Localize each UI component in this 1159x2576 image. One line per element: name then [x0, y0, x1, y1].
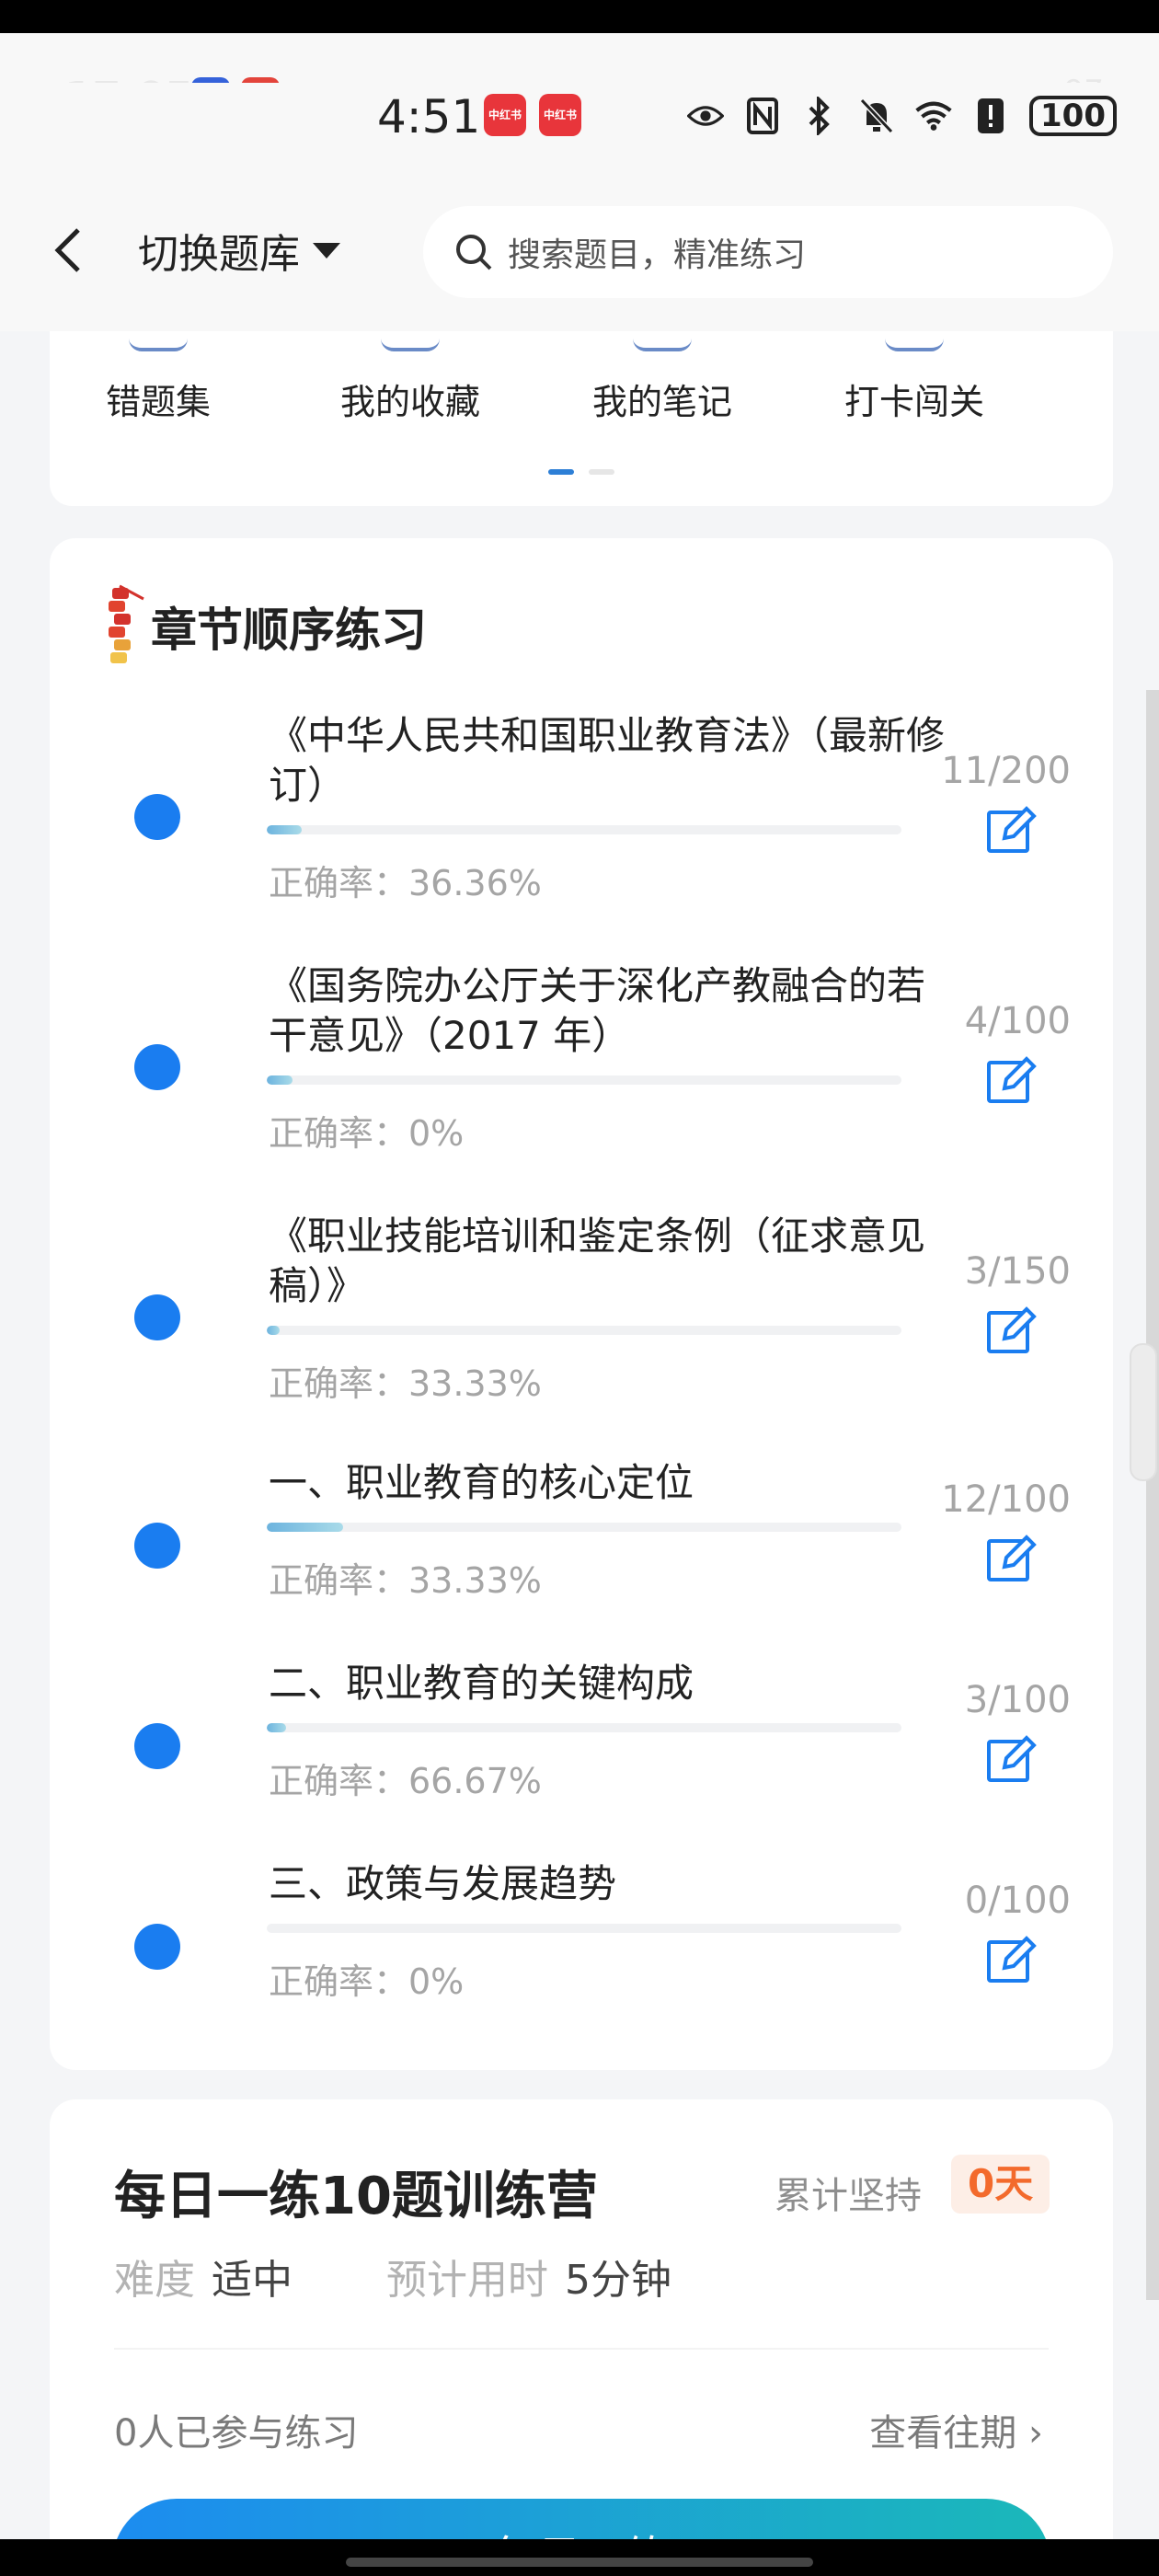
view-history-link[interactable]: 查看往期 ›	[869, 2403, 1043, 2456]
chapter-section-title: 章节顺序练习	[151, 604, 427, 657]
progress-bar	[267, 1075, 901, 1085]
chapter-bullet	[134, 1523, 180, 1569]
progress-fill	[267, 825, 302, 834]
chapter-bullet	[134, 1044, 180, 1090]
persist-label: 累计坚持	[775, 2175, 922, 2217]
progress-fill	[267, 1075, 293, 1085]
home-gesture-pill[interactable]	[346, 2558, 813, 2567]
accuracy-text: 正确率：0%	[269, 1961, 465, 2002]
chapter-practice-card: 章节顺序练习 《中华人民共和国职业教育法》（最新修订） 正确率：36.36% 1…	[50, 538, 1113, 2070]
quick-tools-card: 错题集 我的收藏 我的笔记 打卡闯关	[50, 331, 1113, 506]
progress-fill	[267, 1326, 280, 1335]
progress-bar	[267, 1326, 901, 1335]
wrong-questions-icon	[129, 339, 188, 351]
progress-fill	[267, 1723, 286, 1732]
bluetooth-icon	[801, 97, 838, 135]
progress-fill	[267, 1523, 343, 1532]
switch-question-bank[interactable]: 切换题库	[138, 221, 340, 280]
accuracy-text: 正确率：66.67%	[269, 1761, 542, 1801]
chapter-title: 一、职业教育的核心定位	[269, 1460, 694, 1505]
time-meta: 预计用时 5分钟	[386, 2247, 671, 2306]
tool-notes[interactable]: 我的笔记	[552, 339, 773, 424]
edit-icon[interactable]	[984, 1931, 1039, 1986]
edit-icon[interactable]	[984, 801, 1039, 857]
battery-indicator: 100	[1029, 96, 1117, 136]
chapter-title: 《职业技能培训和鉴定条例（征求意见稿）》	[269, 1213, 926, 1308]
participants-text: 0人已参与练习	[114, 2412, 359, 2455]
question-count: 0/100	[964, 1880, 1071, 1922]
mute-bell-icon	[858, 98, 895, 134]
difficulty-meta: 难度 适中	[114, 2247, 293, 2306]
page-header: 切换题库 搜索题目，精准练习	[0, 175, 1159, 331]
eye-icon	[687, 98, 725, 134]
status-icons: 100	[687, 96, 1117, 136]
question-count: 11/200	[941, 750, 1071, 792]
progress-bar	[267, 1924, 901, 1933]
progress-bar	[267, 1523, 901, 1532]
divider	[114, 2348, 1049, 2350]
edit-icon[interactable]	[984, 1530, 1039, 1585]
scrollbar-thumb[interactable]	[1130, 1343, 1157, 1481]
accuracy-text: 正确率：36.36%	[269, 863, 542, 903]
back-button[interactable]	[40, 223, 96, 278]
question-count: 4/100	[964, 1000, 1071, 1042]
time-value: 5分钟	[565, 2257, 671, 2304]
status-time: 4:51	[377, 90, 481, 144]
progress-bar	[267, 825, 901, 834]
tool-label: 我的笔记	[591, 382, 732, 422]
difficulty-label: 难度	[114, 2257, 195, 2304]
question-count: 3/150	[964, 1250, 1071, 1293]
switch-question-bank-label: 切换题库	[138, 231, 300, 278]
chapter-title: 三、政策与发展趋势	[269, 1861, 617, 1906]
chapter-title: 《中华人民共和国职业教育法》（最新修订）	[269, 713, 946, 808]
edit-icon[interactable]	[984, 1731, 1039, 1786]
edit-icon[interactable]	[984, 1052, 1039, 1107]
nfc-icon	[744, 98, 781, 134]
checkin-icon	[885, 339, 944, 351]
accuracy-text: 正确率：33.33%	[269, 1363, 542, 1404]
daily-practice-card: 每日一练10题训练营 累计坚持 0天 难度 适中 预计用时 5分钟 0人已参与练习 …	[50, 2099, 1113, 2576]
tool-label: 我的收藏	[339, 382, 480, 422]
page-dot	[589, 469, 614, 475]
alert-icon	[972, 98, 1009, 134]
accuracy-text: 正确率：0%	[269, 1113, 465, 1154]
time-label: 预计用时	[386, 2257, 548, 2304]
search-icon	[456, 235, 492, 270]
notification-app-icon: 中红书	[539, 94, 581, 136]
chapter-bullet	[134, 794, 180, 840]
chapter-bullet	[134, 1723, 180, 1769]
tool-label: 错题集	[105, 382, 211, 422]
wifi-icon	[915, 98, 952, 134]
chevron-left-icon	[54, 228, 80, 272]
page-dot-active	[548, 469, 574, 475]
chapter-title: 《国务院办公厅关于深化产教融合的若干意见》（2017 年）	[269, 963, 926, 1058]
accuracy-text: 正确率：33.33%	[269, 1560, 542, 1601]
chapter-title: 二、职业教育的关键构成	[269, 1661, 694, 1706]
progress-bar	[267, 1723, 901, 1732]
tool-wrong-questions[interactable]: 错题集	[48, 339, 269, 424]
chapter-bullet	[134, 1294, 180, 1340]
tool-label: 打卡闯关	[843, 382, 984, 422]
question-count: 12/100	[941, 1478, 1071, 1521]
persist-days-badge: 0天	[951, 2155, 1050, 2214]
caret-down-icon	[313, 242, 340, 259]
notes-icon	[633, 339, 692, 351]
chapter-bullet	[134, 1924, 180, 1970]
edit-icon[interactable]	[984, 1302, 1039, 1357]
favorites-icon	[381, 339, 440, 351]
difficulty-value: 适中	[212, 2257, 293, 2304]
search-input[interactable]: 搜索题目，精准练习	[423, 206, 1113, 298]
tool-favorites[interactable]: 我的收藏	[300, 339, 521, 424]
firecracker-icon	[109, 584, 144, 663]
page-indicator	[50, 469, 1113, 475]
question-count: 3/100	[964, 1679, 1071, 1721]
notification-app-icon: 中红书	[484, 94, 526, 136]
tool-checkin[interactable]: 打卡闯关	[804, 339, 1025, 424]
daily-practice-title: 每日一练10题训练营	[114, 2167, 598, 2226]
status-bar: 4:51 中红书 中红书 100	[0, 83, 1159, 175]
scrollbar-track[interactable]	[1146, 690, 1159, 2300]
outer-status-bar	[0, 0, 1159, 33]
search-placeholder: 搜索题目，精准练习	[508, 236, 807, 274]
